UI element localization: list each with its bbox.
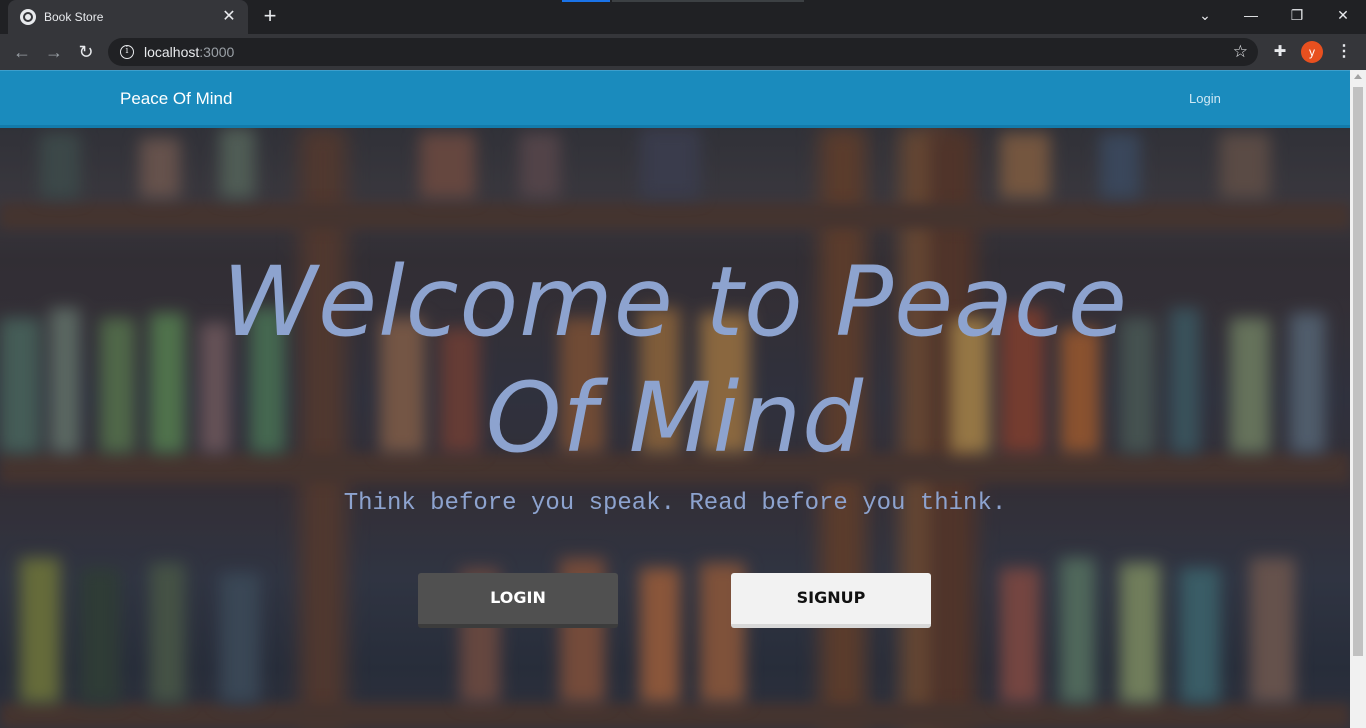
login-button[interactable]: LOGIN <box>418 573 618 628</box>
minimize-button[interactable]: — <box>1228 0 1274 30</box>
signup-button[interactable]: SIGNUP <box>731 573 931 628</box>
url-host: localhost <box>144 44 200 60</box>
profile-avatar[interactable]: y <box>1301 41 1323 63</box>
url-port: :3000 <box>199 44 235 60</box>
scrollbar-thumb[interactable] <box>1353 87 1363 656</box>
tab-search-icon[interactable]: ⌄ <box>1182 0 1228 30</box>
hero-tagline: Think before you speak. Read before you … <box>343 490 1007 517</box>
restore-button[interactable]: ❐ <box>1274 0 1320 30</box>
page-viewport: Peace Of Mind Login Welcome to Peace Of … <box>0 70 1366 728</box>
browser-menu-icon[interactable]: ⋮ <box>1334 42 1354 62</box>
browser-toolbar: ← → ↻ i localhost:3000 ☆ ✚ y ⋮ <box>0 34 1366 70</box>
site-info-icon[interactable]: i <box>120 45 134 59</box>
tab-indicator-track <box>612 0 804 2</box>
tab-title: Book Store <box>44 10 104 24</box>
scroll-up-arrow-icon[interactable] <box>1354 74 1362 79</box>
window-close-button[interactable]: ✕ <box>1320 0 1366 30</box>
back-arrow-icon[interactable]: ← <box>10 40 34 64</box>
browser-tabstrip: Book Store ✕ + ⌄ — ❐ ✕ <box>0 0 1366 34</box>
forward-arrow-icon[interactable]: → <box>42 40 66 64</box>
tab-close-icon[interactable]: ✕ <box>220 8 238 26</box>
new-tab-button[interactable]: + <box>258 5 282 28</box>
address-bar[interactable]: i localhost:3000 ☆ <box>108 38 1258 66</box>
bookmark-star-icon[interactable]: ☆ <box>1233 42 1248 62</box>
site-brand[interactable]: Peace Of Mind <box>120 89 232 109</box>
nav-login-link[interactable]: Login <box>1189 91 1221 106</box>
extensions-puzzle-icon[interactable]: ✚ <box>1270 42 1290 62</box>
page-scrollbar[interactable] <box>1350 70 1366 728</box>
site-navbar: Peace Of Mind Login <box>0 70 1350 128</box>
browser-tab[interactable]: Book Store ✕ <box>8 0 248 34</box>
globe-icon <box>20 9 36 25</box>
reload-icon[interactable]: ↻ <box>74 40 98 64</box>
hero-headline: Welcome to Peace Of Mind <box>222 246 1128 474</box>
tab-indicator <box>562 0 610 2</box>
hero-section: Welcome to Peace Of Mind Think before yo… <box>0 128 1350 728</box>
